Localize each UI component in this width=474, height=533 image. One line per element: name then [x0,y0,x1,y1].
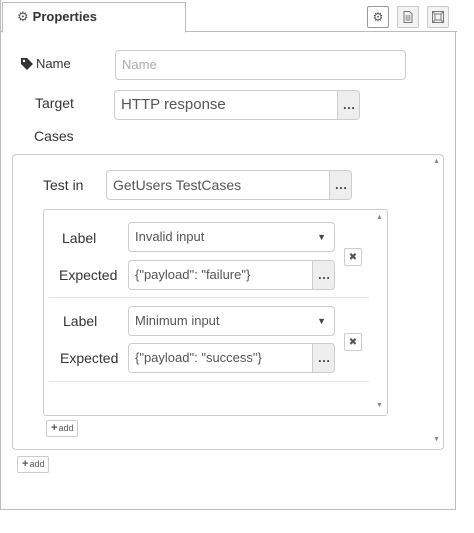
frame-icon [432,11,444,23]
case-label-value: Minimum input [135,313,220,328]
outer-scroll-up-icon[interactable]: ▲ [433,158,440,165]
tab-properties-label: Properties [32,9,97,24]
target-browse-button[interactable]: … [337,91,359,119]
remove-case-button[interactable]: ✖ [344,248,362,266]
settings-button[interactable]: ⚙ [367,6,389,28]
expected-browse-button[interactable]: … [312,261,334,289]
case-label-value: Invalid input [135,229,205,244]
case-divider [49,381,369,382]
name-input[interactable]: Name [115,50,406,80]
test-in-value: GetUsers TestCases [113,177,242,193]
remove-case-button[interactable]: ✖ [344,333,362,351]
document-icon [403,11,413,23]
target-value: HTTP response [121,96,226,113]
case-label-select[interactable]: Minimum input ▼ [128,306,335,336]
plus-icon: + [51,422,58,434]
test-in-browse-button[interactable]: … [329,171,351,199]
target-input[interactable]: HTTP response … [114,90,360,120]
gear-icon: ⚙ [372,10,384,24]
case-expected-input[interactable]: {"payload": "success"} … [128,343,335,373]
properties-panel: ⚙ Properties ⚙ Name Name Target HTTP res… [0,0,457,510]
tab-properties[interactable]: ⚙ Properties [2,2,186,33]
gear-icon: ⚙ [17,9,29,24]
cases-label: Cases [34,128,74,144]
test-in-label: Test in [43,177,84,193]
add-case-label: add [58,423,74,433]
appearance-button[interactable] [427,6,449,28]
outer-scroll-down-icon[interactable]: ▼ [433,436,440,443]
case-label-label: Label [63,313,98,329]
case-label-label: Label [62,230,97,246]
expected-browse-button[interactable]: … [312,344,334,372]
add-test-group-label: add [29,459,45,469]
test-in-input[interactable]: GetUsers TestCases … [106,170,352,200]
description-button[interactable] [397,6,419,28]
caret-down-icon: ▼ [317,232,326,242]
tag-icon [21,58,33,70]
inner-scroll-down-icon[interactable]: ▼ [376,402,383,409]
case-expected-value: {"payload": "success"} [135,350,262,365]
tab-bar: ⚙ Properties ⚙ [1,0,457,33]
plus-icon: + [22,458,29,470]
case-expected-label: Expected [60,350,119,366]
inner-scroll-up-icon[interactable]: ▲ [376,214,383,221]
case-divider [49,297,369,298]
target-label: Target [35,95,74,111]
add-case-button[interactable]: +add [46,420,79,437]
case-expected-label: Expected [59,267,118,283]
caret-down-icon: ▼ [317,316,326,326]
case-expected-value: {"payload": "failure"} [135,267,251,282]
name-label: Name [36,56,71,71]
case-label-select[interactable]: Invalid input ▼ [128,222,335,252]
add-test-group-button[interactable]: +add [17,456,50,473]
case-expected-input[interactable]: {"payload": "failure"} … [128,260,335,290]
